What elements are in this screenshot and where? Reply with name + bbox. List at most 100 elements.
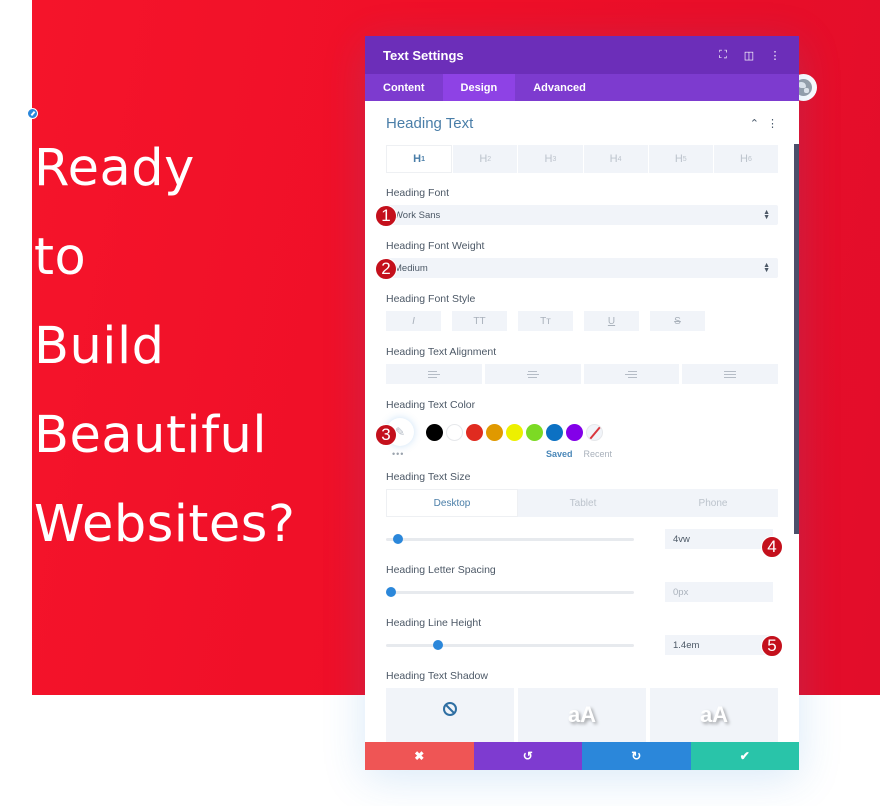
swatch-orange[interactable] xyxy=(486,423,503,441)
more-vertical-icon[interactable]: ⋮ xyxy=(767,117,778,130)
uppercase-button[interactable]: TT xyxy=(452,311,507,331)
page: Ready to Build Beautiful Websites? Text … xyxy=(0,0,880,806)
htab-sub: 1 xyxy=(421,155,426,163)
align-justify-button[interactable] xyxy=(682,364,778,384)
swatch-black[interactable] xyxy=(426,423,443,441)
swatch-clear[interactable] xyxy=(586,423,603,441)
swatch-blue[interactable] xyxy=(546,423,563,441)
device-tab-phone[interactable]: Phone xyxy=(648,489,778,517)
recent-colors-tab[interactable]: Recent xyxy=(584,449,613,459)
heading-text-color-field: Heading Text Color ✎ ••• Saved Recent 3 xyxy=(375,399,778,461)
letter-spacing-input[interactable]: 0px xyxy=(665,582,773,602)
heading-font-label: Heading Font xyxy=(386,187,450,199)
no-shadow-icon xyxy=(443,702,457,716)
strikethrough-button[interactable]: S xyxy=(650,311,705,331)
shadow-option-1[interactable]: aA xyxy=(518,688,646,748)
edit-module-icon[interactable] xyxy=(27,108,38,119)
heading-font-field: Heading Font Work Sans ▲ ▼ 1 xyxy=(375,187,778,227)
heading-font-select[interactable]: Work Sans ▲ ▼ xyxy=(386,205,778,225)
device-tab-tablet[interactable]: Tablet xyxy=(518,489,648,517)
tab-design[interactable]: Design xyxy=(442,74,516,101)
slider-thumb[interactable] xyxy=(385,586,396,597)
heading-font-style-field: Heading Font Style I TT Tт U S xyxy=(386,293,778,331)
align-right-button[interactable] xyxy=(583,364,680,384)
heading-level-h2[interactable]: H2 xyxy=(453,145,518,173)
more-vertical-icon[interactable]: ⋮ xyxy=(769,49,781,62)
select-arrows-icon: ▲ ▼ xyxy=(763,262,770,274)
tab-content[interactable]: Content xyxy=(365,74,443,101)
htab-label: H xyxy=(609,153,618,165)
save-button[interactable]: ✔ xyxy=(690,742,799,770)
step-badge-3: 3 xyxy=(375,424,397,446)
slider-thumb[interactable] xyxy=(393,533,404,544)
section-header[interactable]: Heading Text ⌃ ⋮ xyxy=(386,101,778,145)
heading-level-h4[interactable]: H4 xyxy=(583,145,648,173)
swatch-white[interactable] xyxy=(446,423,463,441)
underline-button[interactable]: U xyxy=(584,311,639,331)
shadow-option-none[interactable] xyxy=(386,688,514,748)
swatch-yellow[interactable] xyxy=(506,423,523,441)
saved-colors-tab[interactable]: Saved xyxy=(546,449,573,459)
heading-line-height-label: Heading Line Height xyxy=(386,617,482,629)
align-center-button[interactable] xyxy=(484,364,581,384)
htab-sub: 2 xyxy=(487,155,492,163)
align-right-icon xyxy=(625,370,638,378)
shadow-preview: aA xyxy=(567,702,597,727)
heading-level-h3[interactable]: H3 xyxy=(518,145,583,173)
tab-advanced[interactable]: Advanced xyxy=(515,74,604,101)
heading-level-h6[interactable]: H6 xyxy=(713,145,779,173)
htab-sub: 5 xyxy=(682,155,687,163)
swatch-green[interactable] xyxy=(526,423,543,441)
htab-label: H xyxy=(740,153,748,165)
device-tab-desktop[interactable]: Desktop xyxy=(386,489,518,517)
htab-sub: 4 xyxy=(617,155,622,163)
section-title: Heading Text xyxy=(386,114,474,132)
heading-font-weight-field: Heading Font Weight Medium ▲ ▼ 2 xyxy=(375,240,778,280)
shadow-option-2[interactable]: aA xyxy=(650,688,778,748)
step-badge-5: 5 xyxy=(761,635,783,657)
line-height-slider[interactable] xyxy=(386,639,634,650)
text-settings-modal: Text Settings ⛶ ◫ ⋮ Content Design Advan… xyxy=(365,36,799,770)
split-view-icon[interactable]: ◫ xyxy=(743,49,755,62)
heading-font-value: Work Sans xyxy=(394,209,441,221)
htab-label: H xyxy=(479,153,488,165)
modal-header[interactable]: Text Settings ⛶ ◫ ⋮ xyxy=(365,36,799,74)
heading-text-shadow-label: Heading Text Shadow xyxy=(386,670,488,682)
line-height-input[interactable]: 1.4em xyxy=(665,635,773,655)
step-badge-4: 4 xyxy=(761,536,783,558)
text-size-input[interactable]: 4vw xyxy=(665,529,773,549)
chevron-up-icon[interactable]: ⌃ xyxy=(750,117,759,130)
letter-spacing-slider[interactable] xyxy=(385,586,634,597)
slider-thumb[interactable] xyxy=(433,639,444,650)
align-left-button[interactable] xyxy=(386,364,482,384)
modal-tabs: Content Design Advanced xyxy=(365,74,799,101)
htab-label: H xyxy=(544,153,553,165)
more-colors-button[interactable]: ••• xyxy=(386,449,546,459)
redo-icon: ↻ xyxy=(631,749,642,763)
text-size-slider[interactable] xyxy=(386,533,634,544)
heading-text-size-field: Heading Text Size Desktop Tablet Phone 4… xyxy=(386,471,783,558)
heading-line: Build xyxy=(34,317,165,376)
swatch-purple[interactable] xyxy=(566,423,583,441)
undo-button[interactable]: ↺ xyxy=(473,742,582,770)
undo-icon: ↺ xyxy=(522,749,533,763)
swatch-red[interactable] xyxy=(466,423,483,441)
heading-text-shadow-field: Heading Text Shadow aA aA xyxy=(386,670,778,748)
redo-button[interactable]: ↻ xyxy=(582,742,691,770)
shadow-preview: aA xyxy=(699,702,729,727)
heading-letter-spacing-field: Heading Letter Spacing 0px xyxy=(385,564,778,602)
hero-heading[interactable]: Ready to Build Beautiful Websites? xyxy=(34,124,295,569)
heading-text-color-label: Heading Text Color xyxy=(386,399,476,411)
italic-button[interactable]: I xyxy=(386,311,441,331)
heading-text-alignment-label: Heading Text Alignment xyxy=(386,346,497,358)
expand-icon[interactable]: ⛶ xyxy=(717,49,729,62)
heading-level-h1[interactable]: H1 xyxy=(386,145,453,173)
capitalize-button[interactable]: Tт xyxy=(518,311,573,331)
heading-line: to xyxy=(34,228,87,287)
heading-font-weight-select[interactable]: Medium ▲ ▼ xyxy=(386,258,778,278)
htab-sub: 3 xyxy=(552,155,557,163)
heading-font-weight-value: Medium xyxy=(394,262,428,274)
cancel-button[interactable]: ✖ xyxy=(365,742,474,770)
step-badge-2: 2 xyxy=(375,258,397,280)
heading-level-h5[interactable]: H5 xyxy=(648,145,713,173)
